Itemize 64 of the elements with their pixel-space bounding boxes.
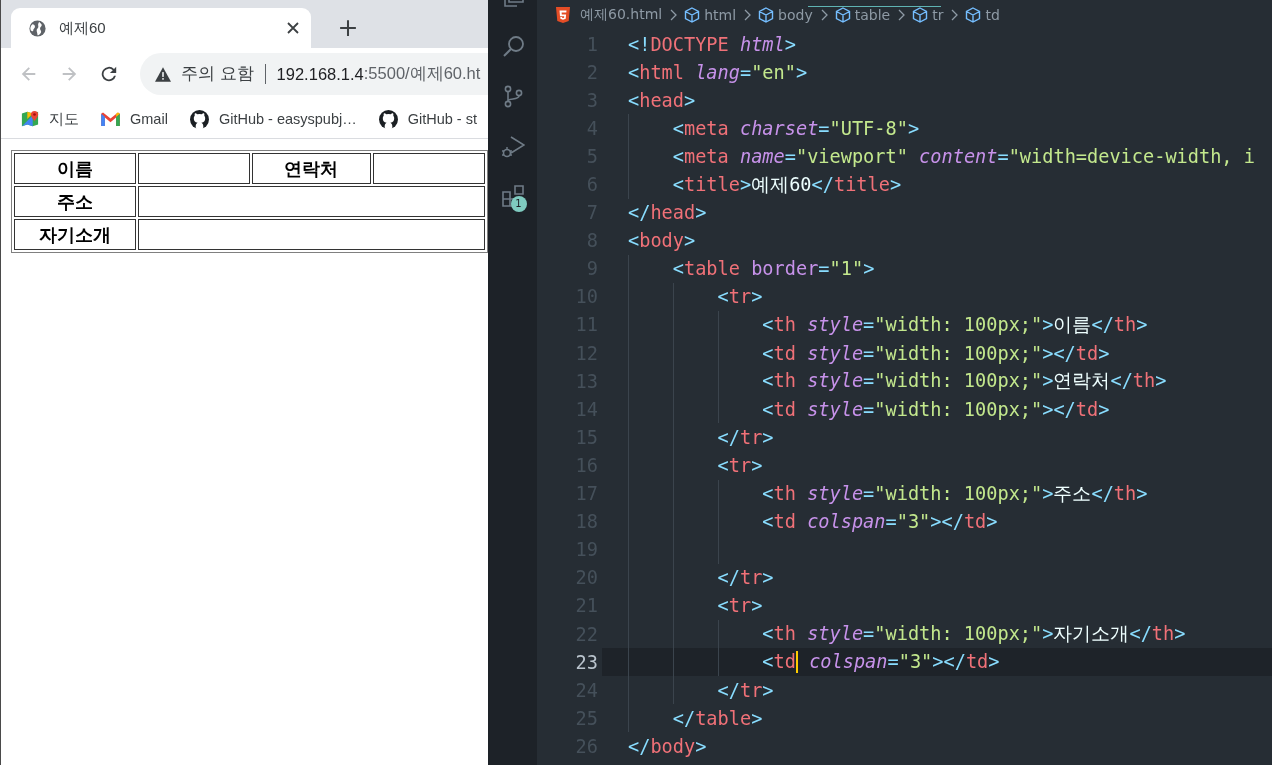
close-icon[interactable] [285, 20, 301, 36]
reload-icon[interactable] [100, 65, 118, 83]
chevron-icon [819, 9, 828, 21]
warning-icon [155, 66, 171, 82]
code-line: <title>예제60</title> [672, 172, 902, 197]
bookmark[interactable]: Gmail [101, 111, 168, 127]
breadcrumb-item[interactable]: tr [912, 7, 944, 23]
address-bar[interactable]: 주의 요함 192.168.1.4:5500/예제60.ht [140, 53, 488, 95]
bookmark[interactable]: GitHub - st [378, 109, 477, 129]
chevron-icon [897, 9, 906, 21]
cube-icon [834, 7, 851, 23]
plus-icon[interactable] [339, 19, 357, 37]
code-line: <tr> [717, 454, 763, 476]
table-header-cell: 연락처 [251, 153, 372, 184]
map-pin-icon [21, 110, 39, 128]
code-line: <td colspan="3"></td> [762, 511, 998, 533]
code-line: <!DOCTYPE html> [628, 33, 796, 55]
chevron-icon [669, 9, 678, 21]
cube-icon [758, 7, 775, 23]
breadcrumb-item[interactable]: 예제60.html [556, 6, 663, 24]
code-line: <th style="width: 100px;">자기소개</th> [762, 622, 1186, 646]
code-line: <body> [628, 230, 696, 252]
breadcrumb-item[interactable]: html [684, 7, 737, 23]
blocks-icon[interactable] [500, 184, 525, 208]
chevron-icon [743, 9, 752, 21]
cube-icon [912, 7, 929, 23]
cat-icon [189, 109, 209, 129]
play-bug-icon[interactable] [500, 134, 525, 158]
code-line: </body> [628, 735, 707, 757]
globe-icon [29, 19, 46, 37]
code-line: <td colspan="3"></td> [762, 650, 1000, 674]
code-line: <td style="width: 100px;"></td> [762, 342, 1110, 364]
code-line: <td style="width: 100px;"></td> [762, 398, 1110, 420]
breadcrumb-item[interactable]: body [758, 7, 813, 23]
code-line: </tr> [717, 567, 774, 589]
html5-icon [556, 7, 570, 23]
code-line: <meta name="viewport" content="width=device-width, i [672, 145, 1255, 167]
cat-icon [378, 109, 398, 129]
bookmark[interactable]: GitHub - easyspubj… [189, 109, 357, 129]
code-line: </head> [628, 202, 707, 224]
breadcrumb-item[interactable]: td [965, 7, 1000, 23]
code-line: </tr> [717, 426, 774, 448]
chevron-icon [950, 9, 959, 21]
code-line: <tr> [717, 595, 763, 617]
code-line: <th style="width: 100px;">주소</th> [762, 481, 1148, 506]
code-line: <th style="width: 100px;">이름</th> [762, 313, 1148, 337]
breadcrumb-item[interactable]: table [834, 7, 891, 23]
code-line: <table border="1"> [672, 258, 875, 280]
table-header-cell: 주소 [14, 186, 136, 217]
cube-icon [684, 7, 701, 23]
code-line: <th style="width: 100px;">연락처</th> [762, 369, 1167, 394]
code-line: <meta charset="UTF-8"> [672, 117, 920, 139]
bookmark[interactable]: 지도 [21, 109, 79, 129]
envelope-icon [101, 112, 120, 126]
code-line: <html lang="en"> [628, 61, 808, 83]
browser-tab[interactable]: 예제60 [11, 8, 311, 48]
cube-icon [965, 7, 982, 23]
code-line: <tr> [717, 286, 763, 308]
table-header-cell: 자기소개 [14, 219, 136, 250]
code-line: <head> [628, 89, 696, 111]
count-badge: 1 [510, 196, 527, 212]
code-line: </tr> [717, 679, 774, 701]
code-line: </table> [672, 707, 763, 729]
table-header-cell: 이름 [14, 153, 136, 184]
